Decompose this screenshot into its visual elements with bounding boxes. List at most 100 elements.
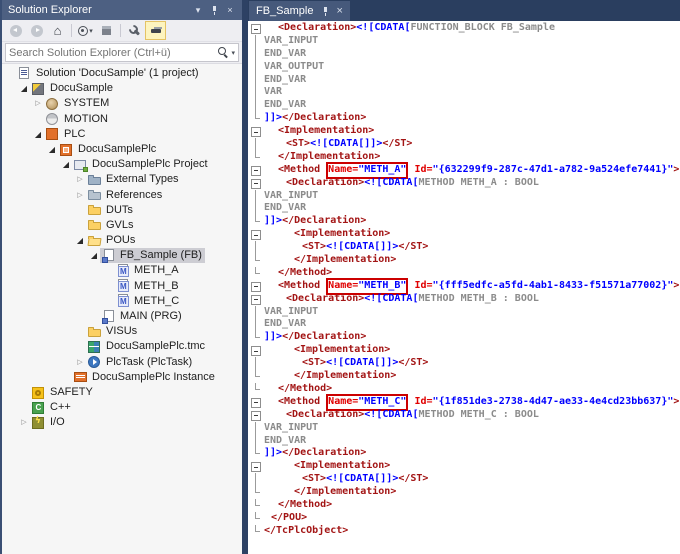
tree-item[interactable]: ◢ FB_Sample (FB) [2,248,242,264]
tree-item-content[interactable]: SYSTEM [44,96,112,111]
fold-collapse-icon[interactable] [248,22,264,35]
code-line[interactable]: ]]></Declaration> [248,447,680,460]
code-line[interactable]: END_VAR [248,47,680,61]
expander-closed-icon[interactable]: ▷ [32,96,44,111]
expander-closed-icon[interactable]: ▷ [18,415,30,430]
code-line[interactable]: <Implementation> [248,460,680,473]
code-line[interactable]: </POU> [248,511,680,525]
tree-item[interactable]: MAIN (PRG) [2,309,242,324]
tree-item-content[interactable]: Solution 'DocuSample' (1 project) [16,66,202,81]
solution-tree[interactable]: Solution 'DocuSample' (1 project) ◢ DocuSa… [2,64,242,554]
forward-button[interactable] [26,21,47,40]
tree-item-content[interactable]: PLC [44,127,88,142]
tree-item[interactable]: C++ [2,400,242,415]
tree-item[interactable]: ▷ External Types [2,172,242,187]
tree-item[interactable]: ◢ PLC [2,127,242,142]
tab-close-icon[interactable]: × [336,5,342,17]
expander-open-icon[interactable]: ◢ [18,81,30,96]
code-line[interactable]: END_VAR [248,318,680,332]
code-line[interactable]: VAR_INPUT [248,305,680,319]
code-line[interactable]: <Method Name="METH_C" Id="{1f851de3-2738… [248,393,680,411]
fold-collapse-icon[interactable] [248,164,264,177]
code-line[interactable]: <ST><![CDATA[]]></ST> [248,241,680,254]
code-line[interactable]: <Implementation> [248,344,680,357]
code-line[interactable]: <Implementation> [248,125,680,138]
tree-item-content[interactable]: External Types [86,172,182,187]
code-line[interactable]: ]]></Declaration> [248,112,680,125]
tree-item[interactable]: ▷ References [2,188,242,203]
tree-item-content[interactable]: VISUs [86,324,140,339]
tree-item[interactable]: ▷ PlcTask (PlcTask) [2,355,242,370]
fold-collapse-icon[interactable] [248,177,264,190]
code-line[interactable]: </TcPlcObject> [248,524,680,538]
code-line[interactable]: </Method> [248,382,680,396]
fold-collapse-icon[interactable] [248,228,264,241]
code-line[interactable]: <Implementation> [248,228,680,241]
search-options-chevron-icon[interactable]: ▾ [231,49,235,57]
code-line[interactable]: VAR_OUTPUT [248,60,680,74]
expander-open-icon[interactable]: ◢ [46,142,58,157]
tree-item[interactable]: ◢ DocuSamplePlc Project [2,157,242,172]
tree-item-content[interactable]: I/O [30,415,68,430]
fold-collapse-icon[interactable] [248,396,264,409]
code-line[interactable]: </Implementation> [248,150,680,164]
preview-selected-items-button[interactable] [145,21,166,40]
tree-item-content[interactable]: DocuSamplePlc Project [72,157,211,172]
tree-item[interactable]: DUTs [2,203,242,218]
code-line[interactable]: END_VAR [248,434,680,448]
search-box[interactable]: ▾ [5,43,239,62]
expander-closed-icon[interactable]: ▷ [74,172,86,187]
fold-collapse-icon[interactable] [248,409,264,422]
tree-item-content[interactable]: METH_B [114,279,182,294]
code-line[interactable]: <Method Name="METH_A" Id="{632299f9-287c… [248,161,680,179]
fold-collapse-icon[interactable] [248,344,264,357]
code-line[interactable]: VAR_INPUT [248,34,680,48]
tree-item[interactable]: ◢ POUs [2,233,242,248]
collapse-all-button[interactable] [96,21,117,40]
code-line[interactable]: </Implementation> [248,370,680,383]
fold-collapse-icon[interactable] [248,293,264,306]
switch-views-button[interactable]: ▾ [75,21,96,40]
home-button[interactable]: ⌂ [47,21,68,40]
tree-item-content[interactable]: POUs [86,233,138,248]
code-line[interactable]: VAR_INPUT [248,421,680,435]
tree-item-content[interactable]: MAIN (PRG) [100,309,185,324]
tree-item-content[interactable]: METH_A [114,263,182,278]
code-line[interactable]: END_VAR [248,99,680,113]
code-line[interactable]: END_VAR [248,73,680,87]
close-panel-button[interactable]: × [222,2,238,18]
tree-item-content[interactable]: METH_C [114,294,182,309]
code-line[interactable]: </Method> [248,266,680,280]
search-input[interactable] [9,46,219,59]
code-line[interactable]: ]]></Declaration> [248,331,680,344]
fold-collapse-icon[interactable] [248,460,264,473]
code-line[interactable]: <ST><![CDATA[]]></ST> [248,138,680,151]
fold-collapse-icon[interactable] [248,280,264,293]
tree-item-content[interactable]: DocuSamplePlc.tmc [86,339,208,354]
code-line[interactable]: </Method> [248,498,680,512]
tree-item-content[interactable]: GVLs [86,218,137,233]
code-line[interactable]: ]]></Declaration> [248,215,680,228]
tree-item[interactable]: METH_A [2,263,242,278]
tree-item[interactable]: SAFETY [2,385,242,400]
tree-item[interactable]: MOTION [2,112,242,127]
tree-item-content[interactable]: DocuSamplePlc [58,142,159,157]
tree-item[interactable]: METH_B [2,279,242,294]
tree-item-content[interactable]: DocuSample [30,81,116,96]
code-editor[interactable]: <Declaration><![CDATA[FUNCTION_BLOCK FB_… [248,21,680,554]
tree-item[interactable]: DocuSamplePlc Instance [2,370,242,385]
tree-item-content[interactable]: SAFETY [30,385,96,400]
tree-item[interactable]: ◢ DocuSamplePlc [2,142,242,157]
tree-item[interactable]: DocuSamplePlc.tmc [2,339,242,354]
tree-item-content[interactable]: PlcTask (PlcTask) [86,355,195,370]
search-icon[interactable] [218,47,229,58]
panel-title-bar[interactable]: Solution Explorer ▾ × [2,0,242,20]
document-tab[interactable]: FB_Sample × [249,1,350,21]
code-line[interactable]: <Declaration><![CDATA[METHOD METH_C : BO… [248,409,680,422]
expander-closed-icon[interactable]: ▷ [74,355,86,370]
tree-item[interactable]: Solution 'DocuSample' (1 project) [2,66,242,81]
tree-item-content[interactable]: DUTs [86,203,136,218]
code-line[interactable]: <Declaration><![CDATA[METHOD METH_B : BO… [248,293,680,306]
tree-item[interactable]: ◢ DocuSample [2,81,242,96]
code-line[interactable]: <Declaration><![CDATA[METHOD METH_A : BO… [248,177,680,190]
